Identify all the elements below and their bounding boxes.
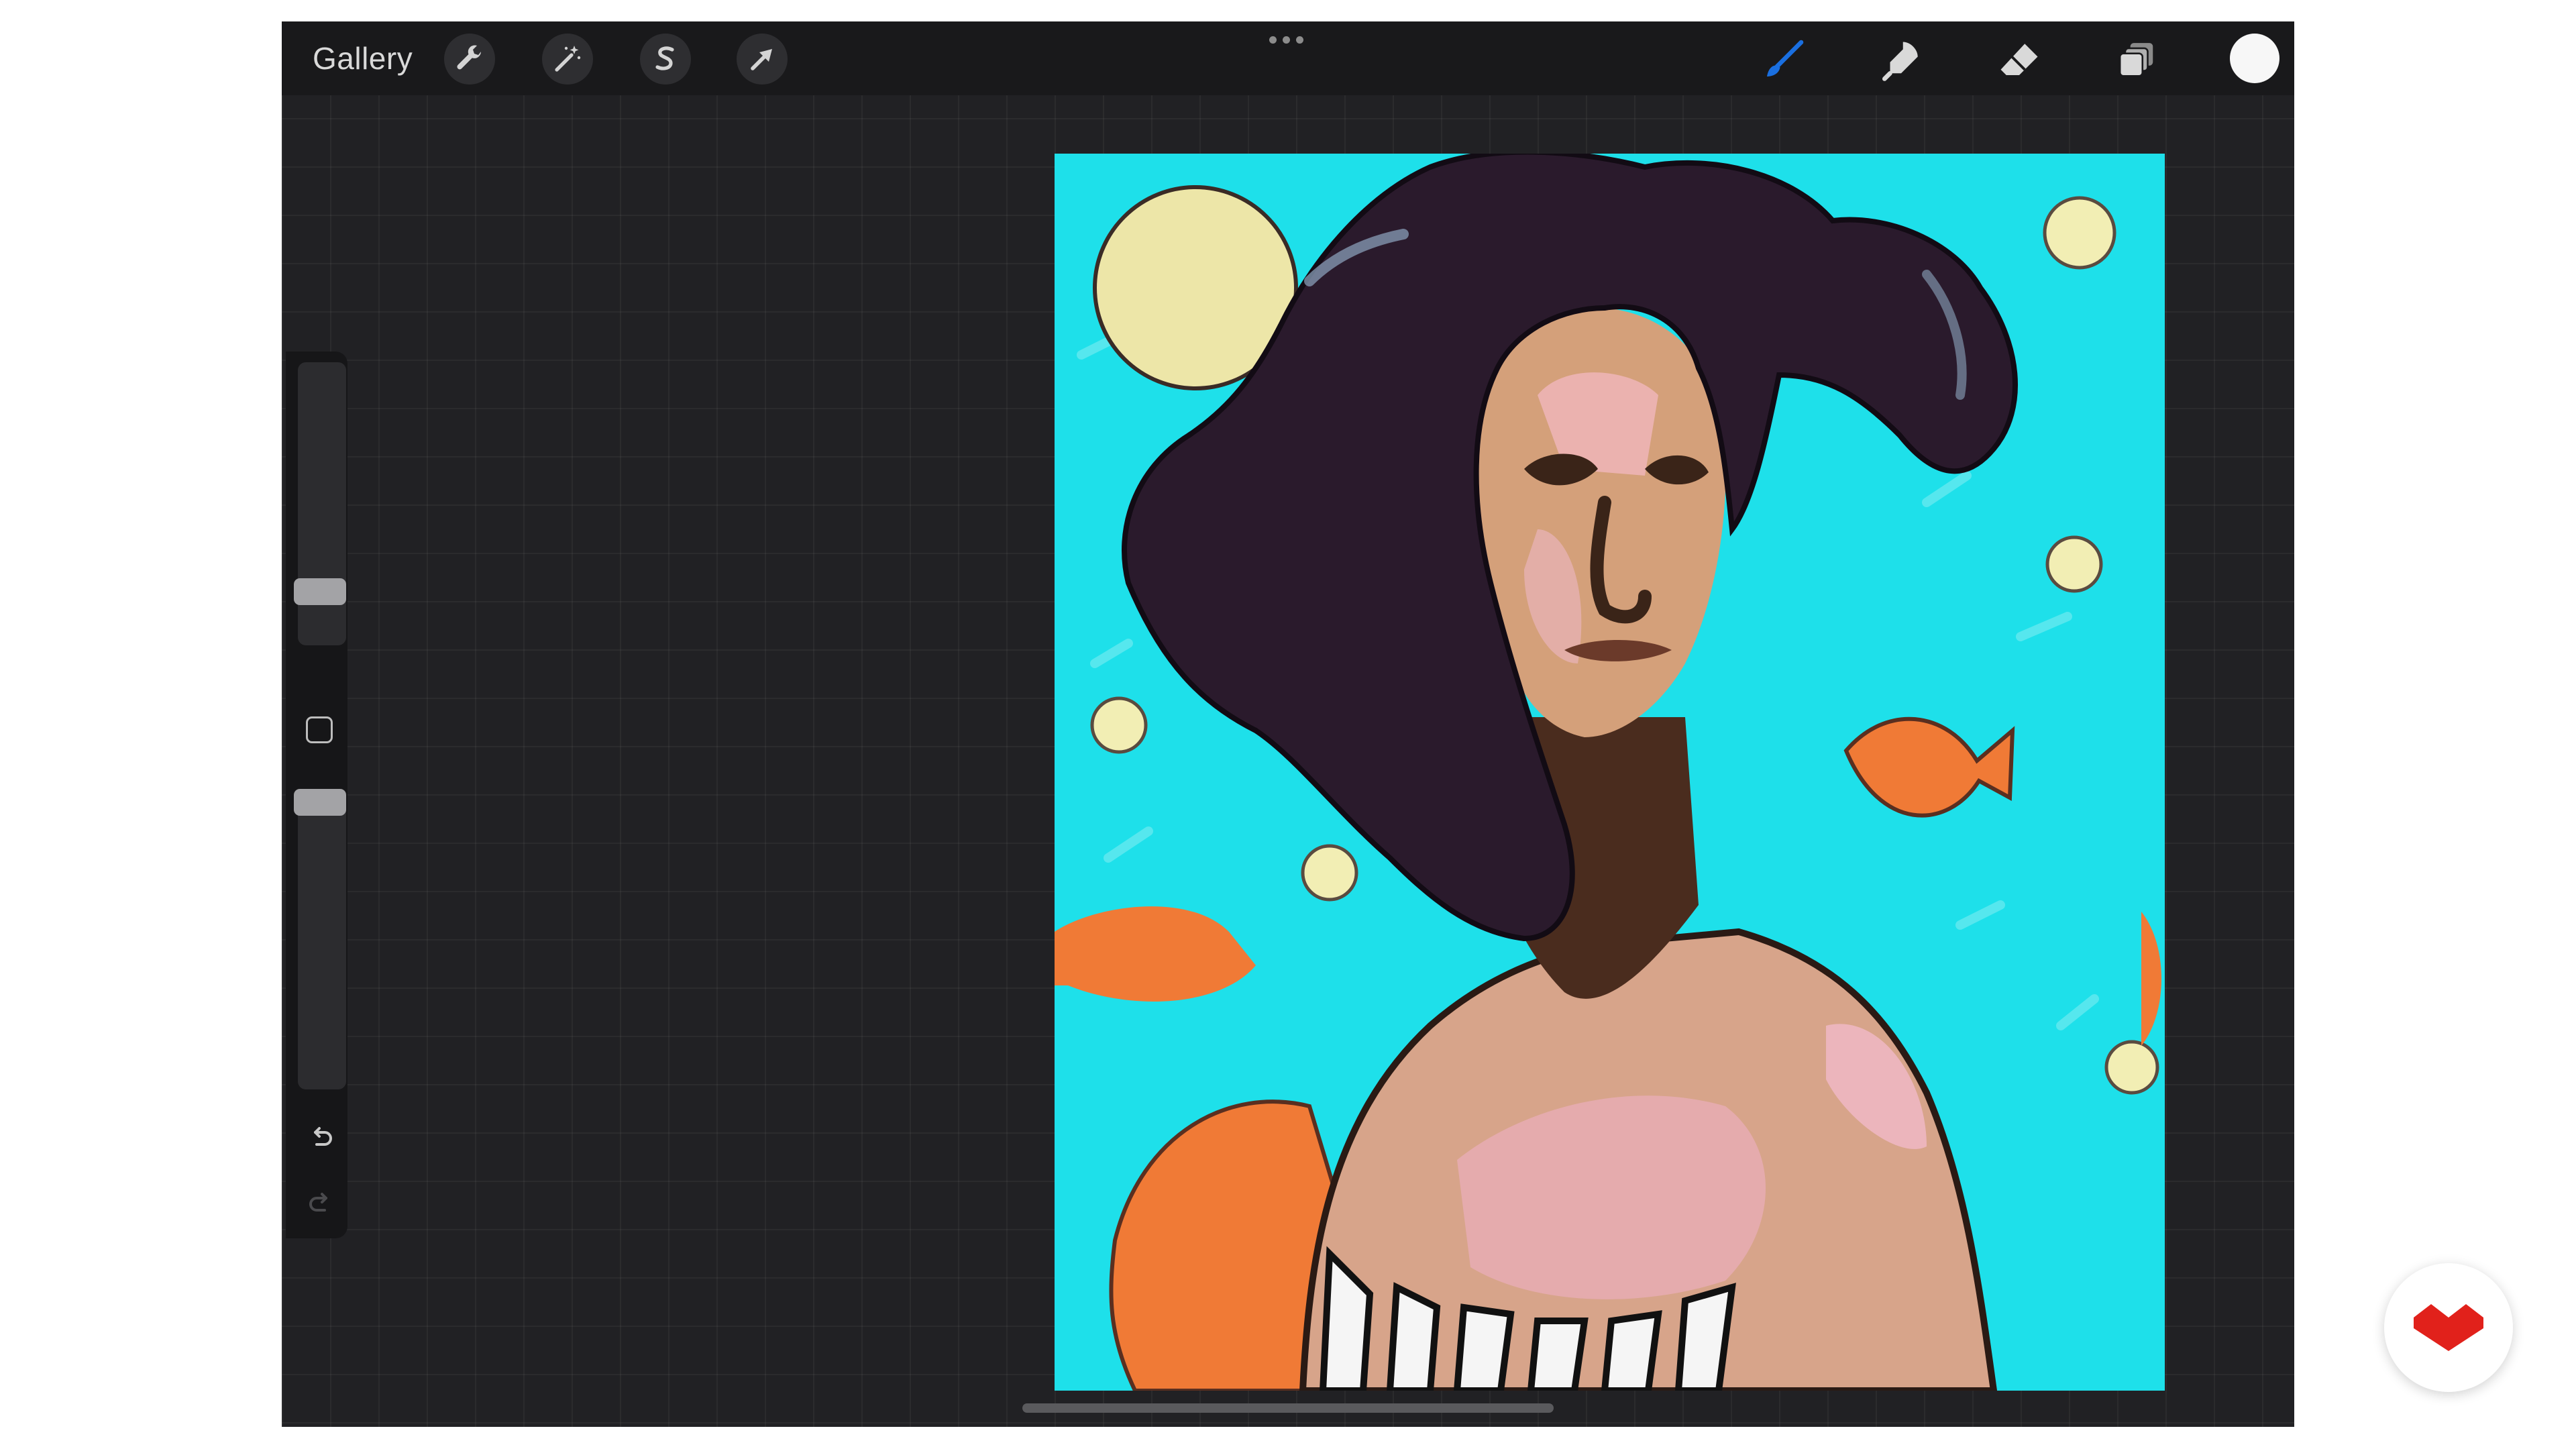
procreate-window: Gallery [282, 21, 2294, 1427]
opacity-slider-thumb[interactable] [294, 789, 346, 816]
left-sidebar [286, 352, 347, 1238]
dot-icon [1296, 36, 1303, 44]
bubble [2043, 196, 2116, 270]
more-options-handle[interactable] [1269, 36, 1303, 44]
brush-size-slider-thumb[interactable] [294, 578, 346, 605]
eraser-icon [2000, 44, 2038, 75]
dot-icon [1269, 36, 1277, 44]
redo-icon [309, 1193, 327, 1212]
fish [2141, 912, 2161, 1046]
brush-tool-button[interactable] [1758, 35, 1809, 86]
brand-logo-icon [2414, 1304, 2483, 1351]
smudge-tool-button[interactable] [1876, 35, 1927, 86]
transform-button[interactable] [737, 34, 788, 85]
wrench-icon [457, 45, 481, 70]
redo-button[interactable] [305, 1187, 337, 1223]
bubble [2045, 535, 2103, 593]
dot-icon [1283, 36, 1290, 44]
top-toolbar: Gallery [282, 21, 2294, 95]
modifier-square-icon[interactable] [306, 716, 333, 743]
eraser-tool-button[interactable] [1994, 35, 2045, 86]
fish [1055, 906, 1256, 1002]
bubble [1301, 844, 1358, 902]
transform-arrow-icon [751, 49, 772, 70]
smudge-icon [1882, 42, 1918, 81]
layers-icon [2118, 43, 2153, 77]
actions-button[interactable] [444, 34, 495, 85]
channel-logo [2384, 1263, 2513, 1392]
undo-button[interactable] [305, 1122, 337, 1157]
selection-button[interactable] [640, 34, 691, 85]
bubble [1090, 696, 1148, 754]
brush-icon [1767, 40, 1804, 76]
gallery-button[interactable]: Gallery [313, 40, 413, 76]
layers-button[interactable] [2112, 35, 2163, 86]
fish [1843, 716, 2015, 818]
portrait-painting [1055, 154, 2161, 1391]
home-indicator[interactable] [1022, 1403, 1554, 1413]
undo-icon [314, 1127, 332, 1146]
adjustments-button[interactable] [542, 34, 593, 85]
painting-canvas[interactable] [1055, 154, 2165, 1391]
selection-s-icon [655, 46, 674, 70]
magic-wand-icon [555, 46, 581, 72]
opacity-slider[interactable] [298, 794, 346, 1089]
color-picker-button[interactable] [2230, 34, 2279, 83]
bubble [2104, 1040, 2159, 1095]
